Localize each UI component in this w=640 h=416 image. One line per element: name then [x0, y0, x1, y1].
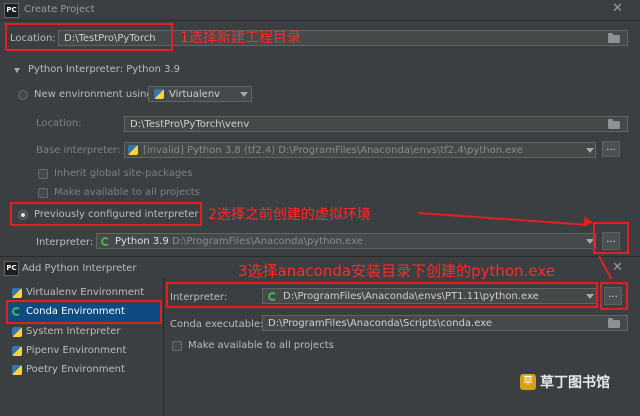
annotation-step3: 3选择anaconda安装目录下创建的python.exe [238, 262, 555, 280]
poetry-icon [12, 365, 22, 375]
chevron-down-icon[interactable] [240, 92, 248, 97]
annotation-step2: 2选择之前创建的虚拟环境 [208, 207, 371, 223]
base-interpreter-select[interactable]: [invalid] Python 3.8 (tf2.4) D:\ProgramF… [124, 142, 596, 158]
watermark-text: 草丁图书馆 [540, 375, 610, 391]
sidebar-divider [163, 278, 164, 416]
interpreter-name: Python 3.9 [115, 236, 169, 247]
expand-chevron-icon[interactable] [14, 68, 20, 73]
make-available-label: Make available to all projects [54, 187, 200, 198]
folder-icon[interactable] [608, 33, 620, 43]
conda-exec-label: Conda executable: [170, 319, 264, 330]
add-interpreter-title: Add Python Interpreter [22, 263, 137, 274]
make-available-checkbox[interactable] [38, 188, 48, 198]
close-icon[interactable]: ✕ [612, 260, 623, 275]
highlight-conda-browse [600, 282, 628, 310]
pycharm-logo: PC [4, 3, 19, 18]
annotation-arrowhead [583, 216, 594, 228]
virtualenv-icon [12, 288, 22, 298]
close-icon[interactable]: ✕ [612, 1, 623, 16]
pipenv-icon [12, 346, 22, 356]
highlight-conda-interpreter [166, 282, 598, 308]
conda-make-available-label: Make available to all projects [188, 340, 334, 351]
chevron-down-icon[interactable] [586, 148, 594, 153]
conda-make-available-checkbox[interactable] [172, 341, 182, 351]
interpreter-label: Interpreter: [36, 237, 94, 248]
highlight-browse-button [593, 222, 629, 254]
highlight-conda [6, 300, 162, 324]
highlight-location [5, 23, 173, 51]
loading-spinner-icon [101, 237, 110, 246]
inherit-checkbox[interactable] [38, 169, 48, 179]
pycharm-logo: PC [4, 261, 19, 276]
base-interpreter-label: Base interpreter: [36, 145, 121, 156]
virtualenv-icon [154, 89, 164, 99]
interpreter-select[interactable]: Python 3.9 D:\ProgramFiles\Anaconda\pyth… [96, 233, 596, 249]
highlight-previously-configured [10, 202, 202, 226]
interpreter-path: D:\ProgramFiles\Anaconda\python.exe [171, 236, 363, 247]
sidebar-item-poetry[interactable]: Poetry Environment [6, 361, 160, 379]
watermark-logo-icon: 草 [520, 374, 536, 390]
folder-icon[interactable] [608, 318, 620, 328]
annotation-step1: 1选择新建工程目录 [180, 30, 301, 46]
create-project-titlebar [0, 0, 640, 21]
inherit-label: Inherit global site-packages [54, 168, 193, 179]
python-icon [12, 327, 22, 337]
sidebar-item-system[interactable]: System Interpreter [6, 323, 160, 341]
new-env-radio[interactable] [18, 90, 28, 100]
python-icon [128, 145, 138, 155]
window-title: Create Project [24, 4, 95, 15]
sidebar-item-pipenv[interactable]: Pipenv Environment [6, 342, 160, 360]
annotation-arrow [417, 212, 588, 226]
env-location-input[interactable]: D:\TestPro\PyTorch\venv [124, 116, 628, 132]
conda-exec-input[interactable]: D:\ProgramFiles\Anaconda\Scripts\conda.e… [262, 315, 628, 331]
folder-icon[interactable] [608, 119, 620, 129]
new-env-label: New environment using [34, 89, 153, 100]
interpreter-section-title[interactable]: Python Interpreter: Python 3.9 [28, 64, 180, 75]
base-interpreter-browse-button[interactable]: ... [602, 141, 620, 157]
env-location-label: Location: [36, 118, 82, 129]
